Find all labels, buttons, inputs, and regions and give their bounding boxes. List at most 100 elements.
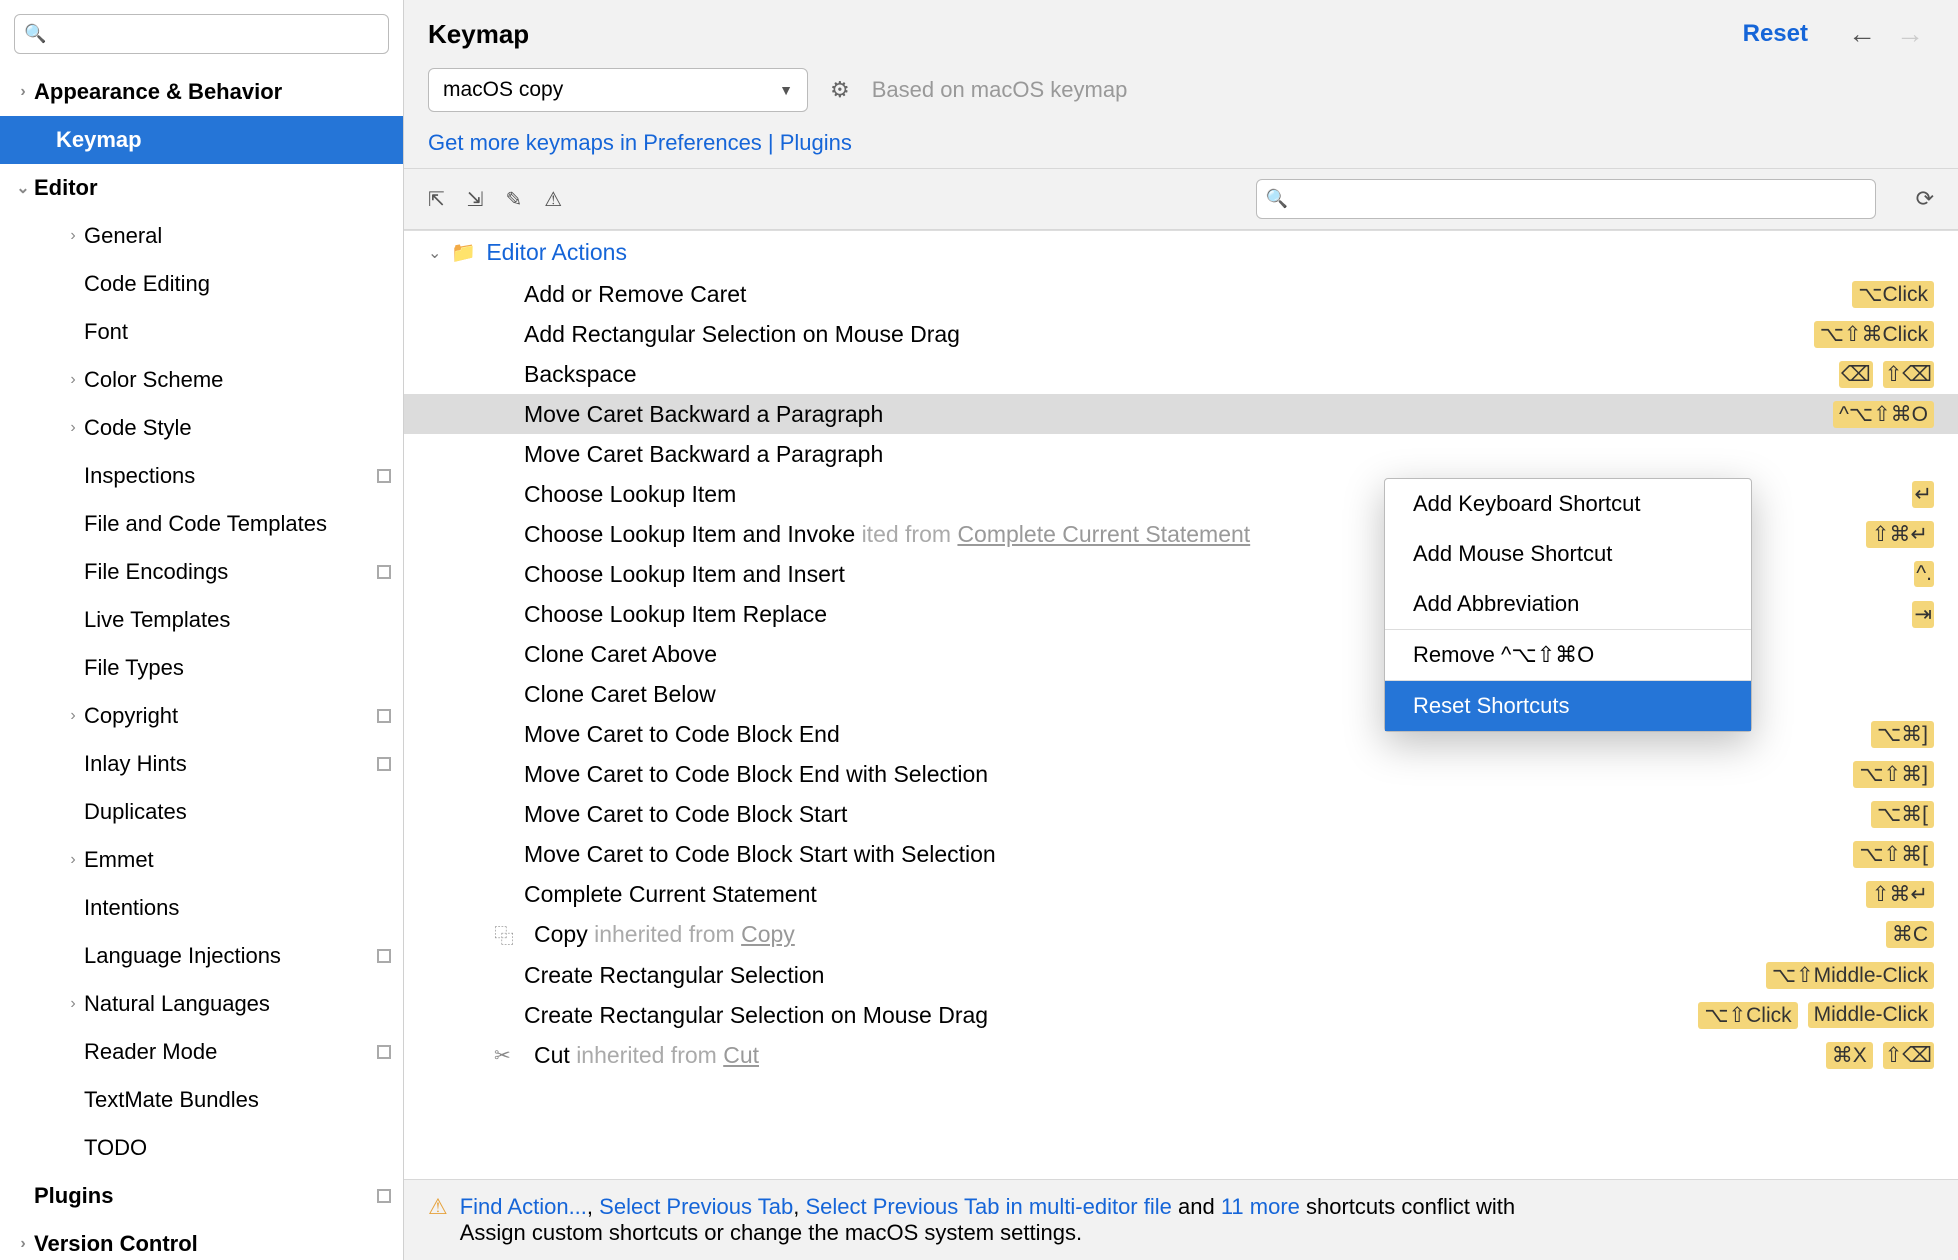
footer-link[interactable]: Select Previous Tab — [599, 1194, 793, 1219]
project-scope-icon — [377, 757, 391, 771]
footer-link[interactable]: 11 more — [1221, 1194, 1300, 1219]
action-search-input[interactable] — [1256, 179, 1876, 219]
shortcut-list: ⌥⇧Middle-Click — [1766, 962, 1934, 989]
shortcut-badge: ⌘C — [1886, 921, 1934, 948]
action-name: Add or Remove Caret — [524, 281, 1840, 308]
gear-icon[interactable]: ⚙ — [830, 77, 850, 103]
sidebar-item-inlay-hints[interactable]: Inlay Hints — [0, 740, 403, 788]
sidebar-item-version-control[interactable]: ›Version Control — [0, 1220, 403, 1260]
shortcut-list: ⌥⇧⌘Click — [1814, 321, 1934, 348]
expand-all-icon[interactable]: ⇱ — [428, 187, 445, 212]
sidebar-item-emmet[interactable]: ›Emmet — [0, 836, 403, 884]
sidebar-item-todo[interactable]: TODO — [0, 1124, 403, 1172]
action-row[interactable]: Move Caret to Code Block Start with Sele… — [404, 834, 1958, 874]
edit-icon[interactable]: ✎ — [506, 187, 523, 212]
action-row[interactable]: Add or Remove Caret⌥Click — [404, 274, 1958, 314]
sidebar-item-keymap[interactable]: Keymap — [0, 116, 403, 164]
shortcut-badge: ⌥⇧⌘Click — [1814, 321, 1934, 348]
action-row[interactable]: Create Rectangular Selection on Mouse Dr… — [404, 995, 1958, 1035]
sidebar-item-label: Plugins — [34, 1183, 371, 1209]
get-more-link[interactable]: Get more keymaps in Preferences | Plugin… — [428, 130, 852, 155]
shortcut-badge: ↵ — [1912, 481, 1934, 508]
sidebar-item-label: Natural Languages — [84, 991, 391, 1017]
sidebar-item-file-types[interactable]: File Types — [0, 644, 403, 692]
sidebar-item-natural-languages[interactable]: ›Natural Languages — [0, 980, 403, 1028]
action-row[interactable]: Move Caret to Code Block Start⌥⌘[ — [404, 794, 1958, 834]
sidebar-item-general[interactable]: ›General — [0, 212, 403, 260]
shortcut-list: ⌥⇧⌘] — [1853, 761, 1934, 788]
shortcut-badge: ⌘X — [1826, 1042, 1873, 1069]
action-row[interactable]: Add Rectangular Selection on Mouse Drag⌥… — [404, 314, 1958, 354]
action-row[interactable]: Move Caret to Code Block End with Select… — [404, 754, 1958, 794]
sidebar-item-label: File and Code Templates — [84, 511, 391, 537]
nav-back-icon[interactable]: ← — [1848, 18, 1876, 50]
sidebar-item-file-and-code-templates[interactable]: File and Code Templates — [0, 500, 403, 548]
footer-warning: ⚠ Find Action..., Select Previous Tab, S… — [404, 1179, 1958, 1260]
chevron-icon: ⌄ — [12, 178, 34, 198]
action-row[interactable]: ✂Cut inherited from Cut⌘X⇧⌫ — [404, 1035, 1958, 1075]
project-scope-icon — [377, 1045, 391, 1059]
sidebar-item-editor[interactable]: ⌄Editor — [0, 164, 403, 212]
sidebar-item-label: Version Control — [34, 1231, 391, 1257]
shortcut-badge: ⌥⌘] — [1871, 721, 1934, 748]
group-editor-actions[interactable]: ⌄ 📁 Editor Actions — [404, 231, 1958, 274]
sidebar-item-appearance-behavior[interactable]: ›Appearance & Behavior — [0, 68, 403, 116]
reset-button[interactable]: Reset — [1743, 20, 1808, 48]
menu-item-reset-shortcuts[interactable]: Reset Shortcuts — [1385, 681, 1751, 731]
action-name: Complete Current Statement — [524, 881, 1854, 908]
sidebar-item-file-encodings[interactable]: File Encodings — [0, 548, 403, 596]
action-row[interactable]: Complete Current Statement ⇧⌘↵ — [404, 874, 1958, 914]
shortcut-badge: ⌥⇧⌘] — [1853, 761, 1934, 788]
context-menu: Add Keyboard ShortcutAdd Mouse ShortcutA… — [1384, 478, 1752, 732]
shortcut-list: ⌘C — [1886, 921, 1934, 948]
warning-icon[interactable]: ⚠ — [544, 187, 562, 212]
nav-forward-icon: → — [1896, 18, 1924, 50]
shortcut-badge: Middle-Click — [1808, 1002, 1934, 1028]
collapse-all-icon[interactable]: ⇲ — [467, 187, 484, 212]
sidebar-item-code-style[interactable]: ›Code Style — [0, 404, 403, 452]
sidebar-item-label: Intentions — [84, 895, 391, 921]
project-scope-icon — [377, 1189, 391, 1203]
sidebar-item-live-templates[interactable]: Live Templates — [0, 596, 403, 644]
action-row[interactable]: Move Caret Backward a Paragraph^⌥⇧⌘O — [404, 394, 1958, 434]
sidebar-item-label: Inspections — [84, 463, 371, 489]
sidebar-search-input[interactable] — [14, 14, 389, 54]
find-by-shortcut-icon[interactable]: ⟳ — [1916, 186, 1934, 212]
keymap-dropdown[interactable]: macOS copy ▼ — [428, 68, 808, 112]
settings-sidebar: 🔍 ›Appearance & BehaviorKeymap⌄Editor›Ge… — [0, 0, 404, 1260]
sidebar-item-intentions[interactable]: Intentions — [0, 884, 403, 932]
menu-item-add-keyboard-shortcut[interactable]: Add Keyboard Shortcut — [1385, 479, 1751, 529]
sidebar-item-inspections[interactable]: Inspections — [0, 452, 403, 500]
footer-link[interactable]: Find Action... — [460, 1194, 587, 1219]
shortcut-list: ⇧⌘↵ — [1866, 881, 1934, 908]
project-scope-icon — [377, 565, 391, 579]
sidebar-item-copyright[interactable]: ›Copyright — [0, 692, 403, 740]
sidebar-item-label: Duplicates — [84, 799, 391, 825]
action-row[interactable]: Move Caret Backward a Paragraph — [404, 434, 1958, 474]
action-icon: ✂ — [494, 1043, 518, 1068]
sidebar-item-font[interactable]: Font — [0, 308, 403, 356]
sidebar-item-code-editing[interactable]: Code Editing — [0, 260, 403, 308]
menu-item-add-abbreviation[interactable]: Add Abbreviation — [1385, 579, 1751, 629]
action-name: Move Caret to Code Block Start with Sele… — [524, 841, 1841, 868]
footer-link[interactable]: Select Previous Tab in multi-editor file — [805, 1194, 1171, 1219]
sidebar-item-duplicates[interactable]: Duplicates — [0, 788, 403, 836]
sidebar-item-language-injections[interactable]: Language Injections — [0, 932, 403, 980]
project-scope-icon — [377, 949, 391, 963]
sidebar-item-label: Emmet — [84, 847, 391, 873]
sidebar-item-label: Font — [84, 319, 391, 345]
action-name: Move Caret to Code Block End with Select… — [524, 761, 1841, 788]
menu-item-remove-o[interactable]: Remove ^⌥⇧⌘O — [1385, 630, 1751, 680]
sidebar-item-label: Language Injections — [84, 943, 371, 969]
sidebar-item-label: Copyright — [84, 703, 371, 729]
sidebar-item-textmate-bundles[interactable]: TextMate Bundles — [0, 1076, 403, 1124]
sidebar-item-plugins[interactable]: Plugins — [0, 1172, 403, 1220]
sidebar-item-label: Code Style — [84, 415, 391, 441]
action-row[interactable]: ⿻Copy inherited from Copy⌘C — [404, 914, 1958, 955]
action-name: Copy inherited from Copy — [534, 921, 1874, 948]
sidebar-item-color-scheme[interactable]: ›Color Scheme — [0, 356, 403, 404]
menu-item-add-mouse-shortcut[interactable]: Add Mouse Shortcut — [1385, 529, 1751, 579]
action-row[interactable]: Create Rectangular Selection⌥⇧Middle-Cli… — [404, 955, 1958, 995]
action-row[interactable]: Backspace⌫⇧⌫ — [404, 354, 1958, 394]
sidebar-item-reader-mode[interactable]: Reader Mode — [0, 1028, 403, 1076]
